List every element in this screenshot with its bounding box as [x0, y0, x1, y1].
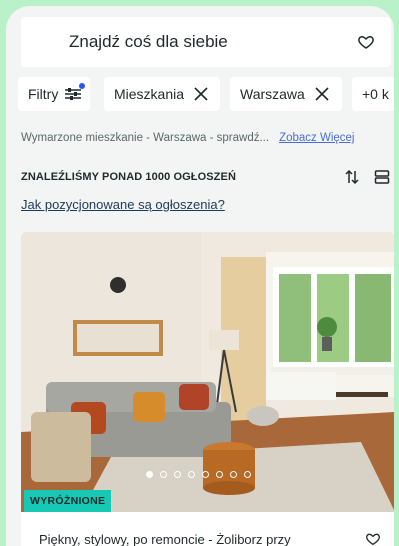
ranking-info-link[interactable]: Jak pozycjonowane są ogłoszenia?: [21, 197, 225, 212]
sort-icon[interactable]: [344, 169, 360, 185]
chip-label: Warszawa: [240, 86, 305, 102]
chip-mieszkania[interactable]: Mieszkania: [104, 77, 220, 111]
close-icon[interactable]: [315, 87, 329, 101]
listing-title[interactable]: Piękny, stylowy, po remoncie - Żoliborz …: [39, 532, 291, 546]
pagination-dot[interactable]: [174, 471, 181, 478]
pagination-dot[interactable]: [230, 471, 237, 478]
active-filter-dot: [79, 83, 86, 89]
listing-card[interactable]: WYRÓŻNIONE Piękny, stylowy, po remoncie …: [21, 232, 394, 546]
pagination-dot[interactable]: [244, 471, 251, 478]
chip-label: +0 k: [362, 86, 389, 102]
pagination-dot[interactable]: [188, 471, 195, 478]
see-more-link[interactable]: Zobacz Więcej: [279, 132, 354, 144]
search-label: Znajdź coś dla siebie: [69, 32, 228, 51]
chip-label: Mieszkania: [114, 86, 185, 102]
filters-label: Filtry: [28, 86, 59, 102]
close-icon[interactable]: [194, 87, 208, 101]
photo-pagination[interactable]: [146, 471, 251, 478]
featured-badge: WYRÓŻNIONE: [24, 490, 112, 512]
saved-search-row: Wymarzone mieszkanie - Warszawa - sprawd…: [21, 132, 394, 144]
pagination-dot[interactable]: [202, 471, 209, 478]
filter-sliders-icon: [64, 83, 86, 101]
results-count: ZNALEŹLIŚMY PONAD 1000 OGŁOSZEŃ: [21, 171, 236, 183]
heart-icon[interactable]: [365, 531, 381, 546]
filters-button[interactable]: Filtry: [18, 77, 90, 111]
filter-chips: Filtry Mieszkania Warszawa +0 k: [18, 77, 394, 111]
search-bar[interactable]: Znajdź coś dla siebie: [21, 17, 391, 67]
list-view-icon[interactable]: [374, 169, 390, 185]
pagination-dot[interactable]: [146, 471, 153, 478]
heart-icon[interactable]: [357, 33, 375, 51]
saved-search-text: Wymarzone mieszkanie - Warszawa - sprawd…: [21, 132, 270, 144]
pagination-dot[interactable]: [216, 471, 223, 478]
chip-more[interactable]: +0 k: [352, 77, 394, 111]
listing-photo[interactable]: [21, 232, 394, 512]
app-screen: Znajdź coś dla siebie Filtry Mieszkania: [6, 6, 394, 546]
chip-warszawa[interactable]: Warszawa: [230, 77, 342, 111]
pagination-dot[interactable]: [160, 471, 167, 478]
